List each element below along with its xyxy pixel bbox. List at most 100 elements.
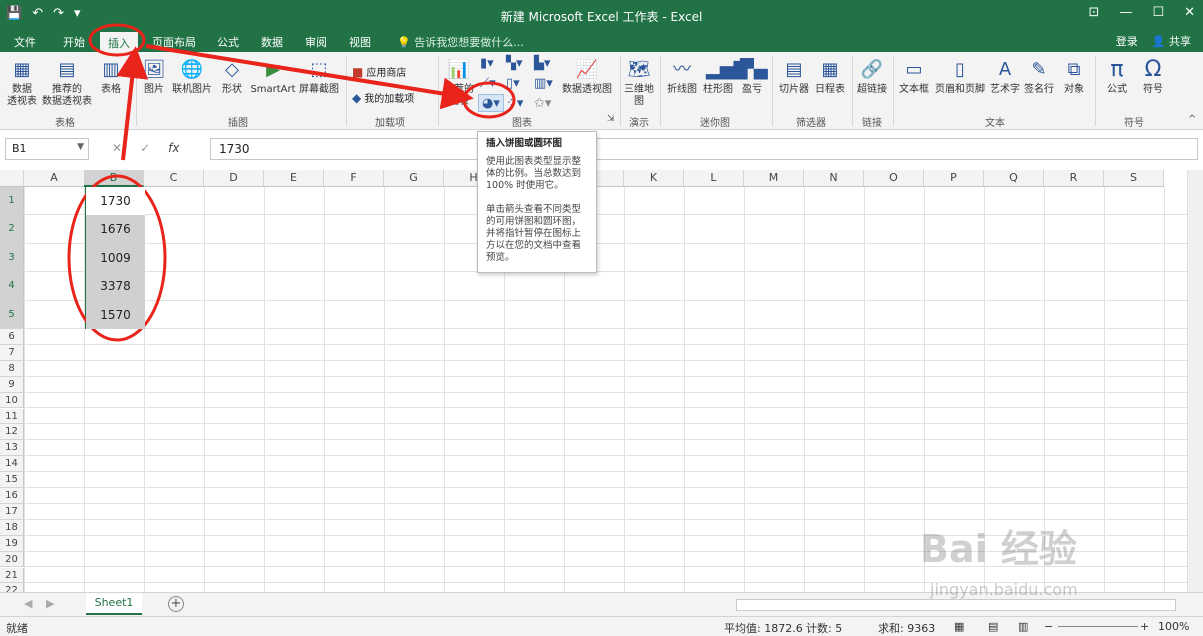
- cell-b3[interactable]: 1009: [86, 243, 145, 273]
- row-header[interactable]: 19: [0, 535, 24, 552]
- row-header[interactable]: 14: [0, 456, 24, 473]
- timeline-button[interactable]: ▦ 日程表: [812, 56, 848, 96]
- formula-input[interactable]: 1730: [210, 138, 1198, 160]
- column-header[interactable]: N: [804, 170, 864, 187]
- ribbon-display-icon[interactable]: ⊡: [1089, 5, 1100, 20]
- name-box[interactable]: B1 ▼: [5, 138, 89, 160]
- signature-line-button[interactable]: ✎ 签名行: [1022, 56, 1056, 96]
- row-header[interactable]: 11: [0, 408, 24, 425]
- object-button[interactable]: ⧉ 对象: [1058, 56, 1090, 96]
- share-button[interactable]: 👤 共享: [1152, 33, 1191, 49]
- pivot-chart-button[interactable]: 📈 数据透视图: [560, 56, 614, 96]
- column-header[interactable]: Q: [984, 170, 1044, 187]
- recommended-pivot-button[interactable]: ▤ 推荐的 数据透视表: [40, 56, 94, 108]
- insert-function-icon[interactable]: fx: [168, 141, 179, 155]
- sheet-tab-sheet1[interactable]: Sheet1: [86, 593, 142, 615]
- sparkline-winloss-button[interactable]: ▀▄ 盈亏: [738, 56, 768, 96]
- statistic-chart-icon[interactable]: ▯▾: [506, 76, 520, 91]
- 3d-map-button[interactable]: 🗺 三维地 图: [622, 56, 656, 108]
- column-header[interactable]: B: [84, 170, 144, 187]
- zoom-slider[interactable]: [1058, 626, 1138, 627]
- column-header[interactable]: C: [144, 170, 204, 187]
- column-header[interactable]: G: [384, 170, 444, 187]
- horizontal-scrollbar[interactable]: [736, 599, 1176, 611]
- normal-view-icon[interactable]: ▦: [954, 620, 964, 633]
- cell-b5[interactable]: 1570: [86, 300, 145, 329]
- column-header[interactable]: F: [324, 170, 384, 187]
- cell-b4[interactable]: 3378: [86, 272, 145, 301]
- waterfall-chart-icon[interactable]: ▙▾: [534, 56, 551, 71]
- symbol-button[interactable]: Ω 符号: [1136, 56, 1170, 96]
- shapes-button[interactable]: ◇ 形状: [217, 56, 247, 96]
- sparkline-column-button[interactable]: ▂▅▇ 柱形图: [700, 56, 748, 96]
- enter-icon[interactable]: ✓: [140, 141, 150, 155]
- recommended-charts-button[interactable]: 📊 推荐的 图表: [442, 56, 476, 108]
- zoom-out-icon[interactable]: −: [1044, 620, 1053, 633]
- collapse-ribbon-icon[interactable]: ^: [1188, 114, 1196, 125]
- column-header[interactable]: S: [1104, 170, 1164, 187]
- sparkline-line-button[interactable]: 〰 折线图: [664, 56, 700, 96]
- row-header[interactable]: 3: [0, 243, 24, 273]
- cell-b2[interactable]: 1676: [86, 215, 145, 244]
- tell-me-search[interactable]: 💡 告诉我您想要做什么...: [397, 34, 524, 50]
- page-break-view-icon[interactable]: ▥: [1018, 620, 1028, 633]
- tab-review[interactable]: 审阅: [305, 33, 327, 51]
- select-all-corner[interactable]: [0, 170, 24, 187]
- column-header[interactable]: L: [684, 170, 744, 187]
- row-header[interactable]: 7: [0, 344, 24, 361]
- header-footer-button[interactable]: ▯ 页眉和页脚: [932, 56, 988, 96]
- login-link[interactable]: 登录: [1116, 33, 1138, 49]
- sheet-prev-icon[interactable]: ◀: [24, 597, 32, 610]
- row-header[interactable]: 21: [0, 567, 24, 584]
- radar-chart-icon[interactable]: ✩▾: [534, 96, 551, 111]
- close-icon[interactable]: ✕: [1184, 5, 1195, 20]
- hierarchy-chart-icon[interactable]: ▚▾: [506, 56, 523, 71]
- wordart-button[interactable]: A 艺术字: [988, 56, 1022, 96]
- combo-chart-icon[interactable]: ▥▾: [534, 76, 553, 91]
- equation-button[interactable]: π 公式: [1100, 56, 1134, 96]
- zoom-level[interactable]: 100%: [1158, 620, 1189, 633]
- column-chart-icon[interactable]: ▮▾: [480, 56, 494, 71]
- tab-view[interactable]: 视图: [349, 33, 371, 51]
- page-layout-view-icon[interactable]: ▤: [988, 620, 998, 633]
- row-header[interactable]: 13: [0, 440, 24, 457]
- tab-page-layout[interactable]: 页面布局: [152, 33, 196, 51]
- vertical-scrollbar[interactable]: [1187, 170, 1203, 592]
- pie-chart-button[interactable]: ◕▾: [478, 94, 504, 112]
- pivot-table-button[interactable]: ▦ 数据 透视表: [4, 56, 40, 108]
- row-header[interactable]: 20: [0, 551, 24, 568]
- column-header[interactable]: K: [624, 170, 684, 187]
- online-picture-button[interactable]: 🌐 联机图片: [170, 56, 214, 96]
- row-header[interactable]: 8: [0, 360, 24, 377]
- maximize-icon[interactable]: ☐: [1152, 5, 1164, 20]
- picture-button[interactable]: 🖼 图片: [140, 56, 168, 96]
- hyperlink-button[interactable]: 🔗 超链接: [854, 56, 890, 96]
- sheet-next-icon[interactable]: ▶: [46, 597, 54, 610]
- cell-b1[interactable]: 1730: [86, 187, 145, 216]
- tab-file[interactable]: 文件: [14, 33, 36, 51]
- column-header[interactable]: R: [1044, 170, 1104, 187]
- smartart-button[interactable]: ▶ SmartArt: [250, 56, 296, 96]
- charts-dialog-launcher-icon[interactable]: ⇲: [607, 114, 615, 124]
- textbox-button[interactable]: ▭ 文本框: [896, 56, 932, 96]
- add-sheet-icon[interactable]: +: [168, 596, 184, 612]
- row-header[interactable]: 5: [0, 300, 24, 329]
- row-header[interactable]: 6: [0, 329, 24, 345]
- column-header[interactable]: P: [924, 170, 984, 187]
- column-header[interactable]: A: [24, 170, 85, 187]
- scatter-chart-icon[interactable]: ⁘▾: [506, 96, 523, 111]
- row-header[interactable]: 9: [0, 376, 24, 393]
- store-button[interactable]: ■ 应用商店: [352, 64, 406, 80]
- row-header[interactable]: 4: [0, 272, 24, 301]
- row-header[interactable]: 2: [0, 215, 24, 244]
- row-header[interactable]: 17: [0, 503, 24, 520]
- line-chart-icon[interactable]: ⟋▾: [480, 76, 496, 91]
- zoom-in-icon[interactable]: +: [1140, 620, 1149, 633]
- cancel-icon[interactable]: ✕: [112, 141, 122, 155]
- tab-home[interactable]: 开始: [63, 33, 85, 51]
- column-header[interactable]: E: [264, 170, 324, 187]
- row-header[interactable]: 18: [0, 519, 24, 536]
- tab-data[interactable]: 数据: [261, 33, 283, 51]
- tab-formulas[interactable]: 公式: [217, 33, 239, 51]
- minimize-icon[interactable]: —: [1119, 5, 1132, 20]
